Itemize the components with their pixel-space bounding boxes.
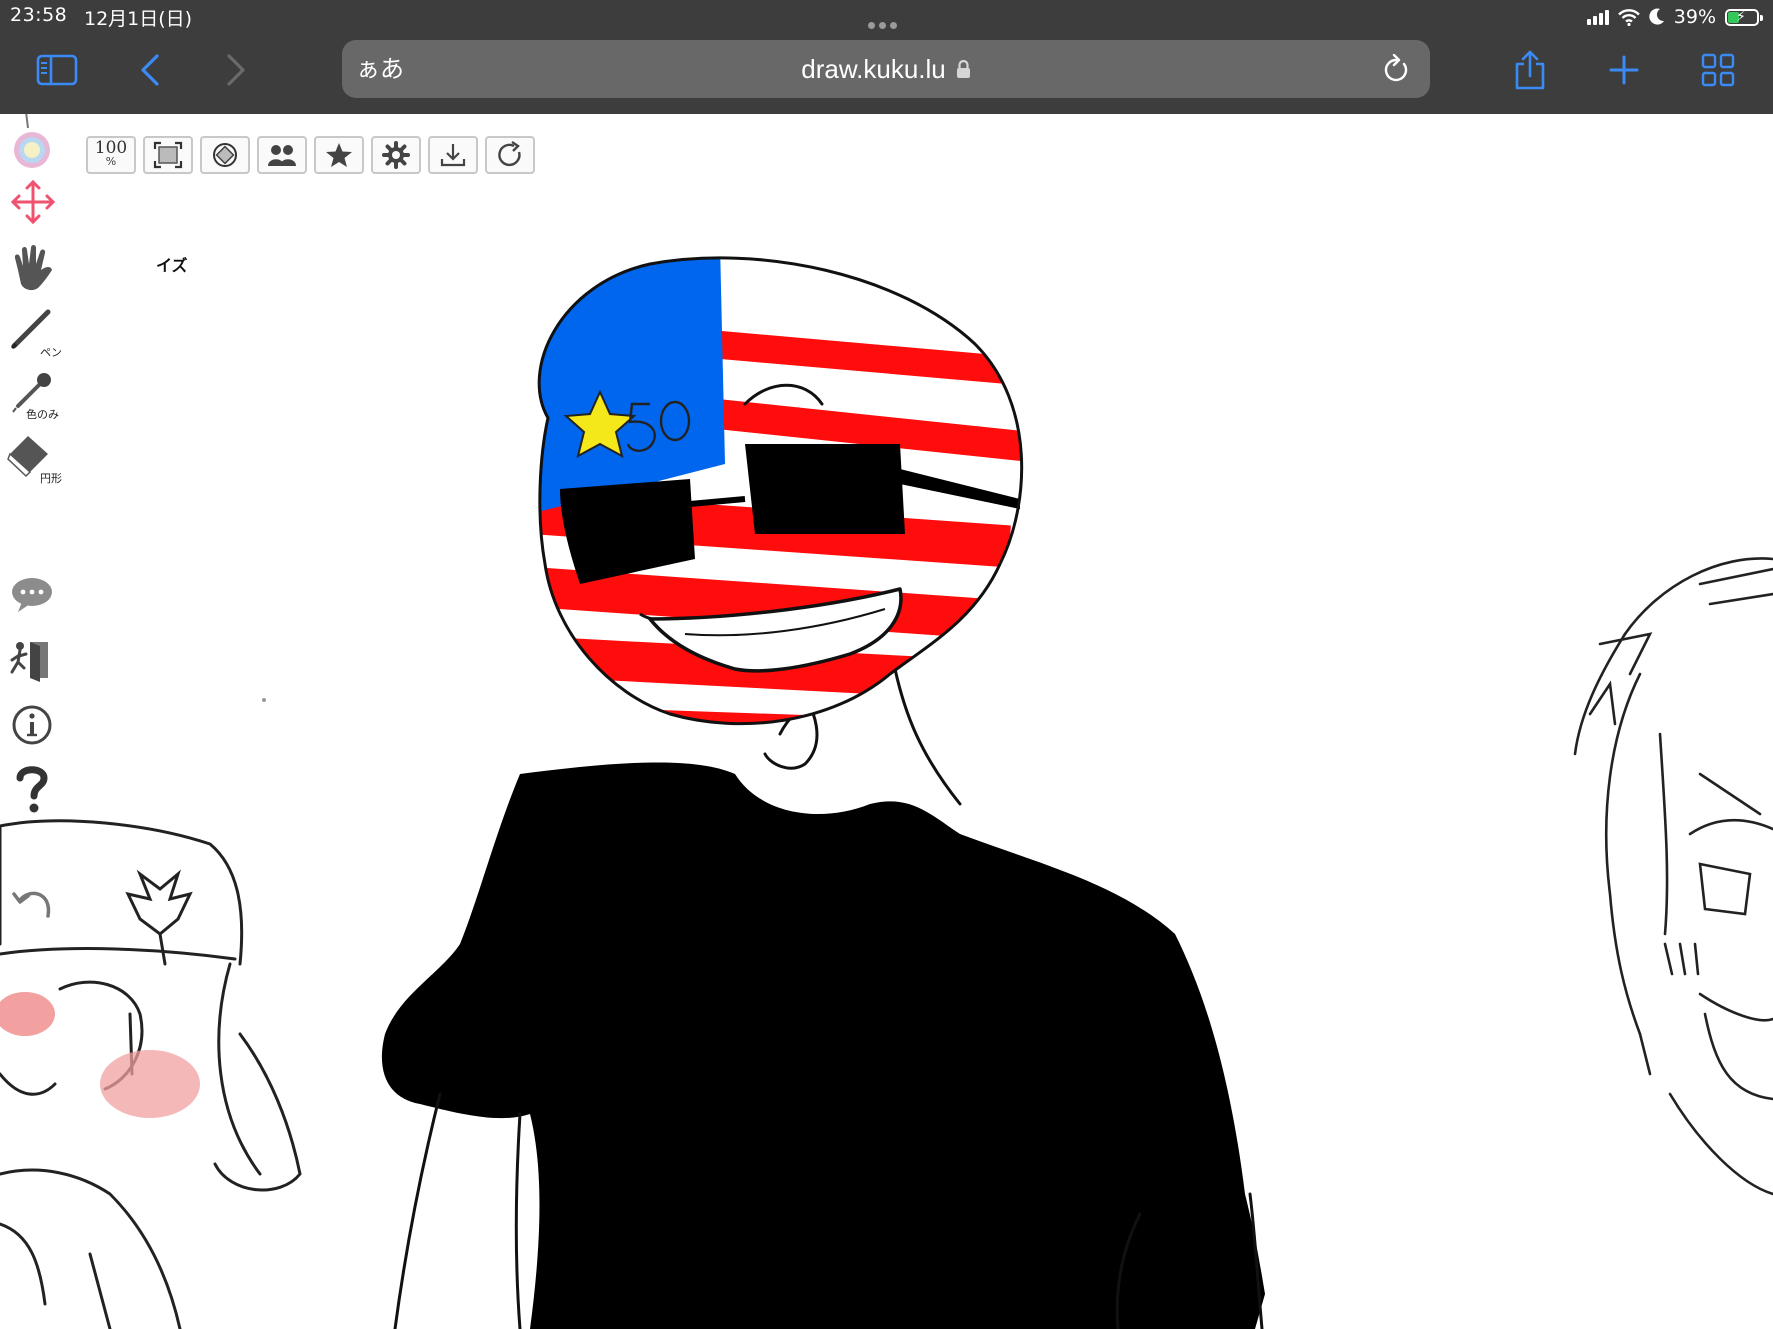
battery-percent: 39% <box>1673 6 1716 28</box>
hand-tool[interactable] <box>6 240 64 294</box>
question-mark-icon <box>16 766 48 813</box>
cellular-signal-icon <box>1586 9 1609 25</box>
reload-button[interactable] <box>1376 49 1416 89</box>
zoom-reset-button[interactable]: 100% <box>86 136 136 174</box>
users-icon <box>268 145 296 166</box>
tab-grid-icon <box>1701 53 1735 87</box>
drawing-canvas[interactable] <box>0 114 1773 1329</box>
download-button[interactable] <box>428 136 478 174</box>
move-arrows-icon <box>10 179 56 225</box>
exit-room-button[interactable] <box>6 634 64 688</box>
status-date: 12月1日(日) <box>84 8 193 30</box>
browser-chrome: 23:58 12月1日(日) 39% ⚡ ぁあ draw.kuku.lu <box>0 0 1773 114</box>
undo-button[interactable] <box>6 878 64 932</box>
eyedropper-tool[interactable]: 色のみ <box>6 368 64 422</box>
rotate-canvas-icon <box>213 143 237 167</box>
chevron-left-icon <box>141 54 159 86</box>
settings-button[interactable] <box>371 136 421 174</box>
chat-bubble-icon <box>12 578 52 612</box>
star-icon <box>326 143 352 167</box>
zoom-label: 100% <box>94 138 128 169</box>
moon-icon <box>1649 8 1664 25</box>
canvas-toolbar: 100% <box>86 136 535 174</box>
tool-palette: ペン 色のみ 円形 <box>0 114 70 1329</box>
gear-icon <box>382 141 410 169</box>
black-tshirt <box>381 762 1265 1329</box>
rotate-canvas-button[interactable] <box>200 136 250 174</box>
lock-icon <box>956 59 970 78</box>
hand-icon <box>14 245 52 291</box>
share-button[interactable] <box>1506 46 1554 94</box>
help-button[interactable] <box>6 762 64 816</box>
status-indicators: 39% ⚡ <box>1586 4 1763 30</box>
reload-icon <box>1384 54 1408 82</box>
fit-screen-button[interactable] <box>143 136 193 174</box>
multitasking-dots[interactable] <box>866 14 899 33</box>
sidebar-icon <box>36 54 78 86</box>
favorite-button[interactable] <box>314 136 364 174</box>
info-button[interactable] <box>6 698 64 752</box>
color-wheel-icon <box>14 114 50 168</box>
eyedropper-tool-label: 色のみ <box>26 408 59 421</box>
chevron-right-icon <box>227 54 245 86</box>
info-icon <box>12 705 52 745</box>
pen-tool-label: ペン <box>40 346 62 359</box>
color-picker-tool[interactable] <box>6 114 64 168</box>
battery-icon: ⚡ <box>1725 8 1763 26</box>
tab-overview-button[interactable] <box>1694 46 1742 94</box>
eraser-tool[interactable]: 円形 <box>6 432 64 486</box>
refresh-icon <box>498 141 521 167</box>
move-tool[interactable] <box>6 176 64 230</box>
url-text: draw.kuku.lu <box>801 53 946 84</box>
chat-button[interactable] <box>6 570 64 624</box>
download-icon <box>440 144 466 167</box>
exit-door-icon <box>10 642 48 682</box>
back-button[interactable] <box>126 46 174 94</box>
refresh-canvas-button[interactable] <box>485 136 535 174</box>
layers-button[interactable] <box>257 136 307 174</box>
forward-button[interactable] <box>212 46 260 94</box>
undo-icon <box>12 891 51 918</box>
plus-icon <box>1609 55 1639 85</box>
sidebar-button[interactable] <box>33 46 81 94</box>
hint-text: イズ <box>156 256 188 275</box>
sunglasses-right-lens <box>745 444 905 534</box>
eraser-tool-label: 円形 <box>40 472 62 485</box>
drawing-app: 100% イズ ペン 色のみ 円形 <box>0 114 1773 1329</box>
right-partial-character <box>1573 557 1773 1196</box>
reader-options-button[interactable]: ぁあ <box>356 40 404 98</box>
new-tab-button[interactable] <box>1600 46 1648 94</box>
fit-screen-icon <box>153 141 183 169</box>
pen-tool[interactable]: ペン <box>6 304 64 359</box>
wifi-icon <box>1617 8 1640 26</box>
status-time: 23:58 <box>10 4 68 26</box>
address-bar[interactable]: ぁあ draw.kuku.lu <box>342 40 1430 98</box>
share-icon <box>1515 50 1545 90</box>
